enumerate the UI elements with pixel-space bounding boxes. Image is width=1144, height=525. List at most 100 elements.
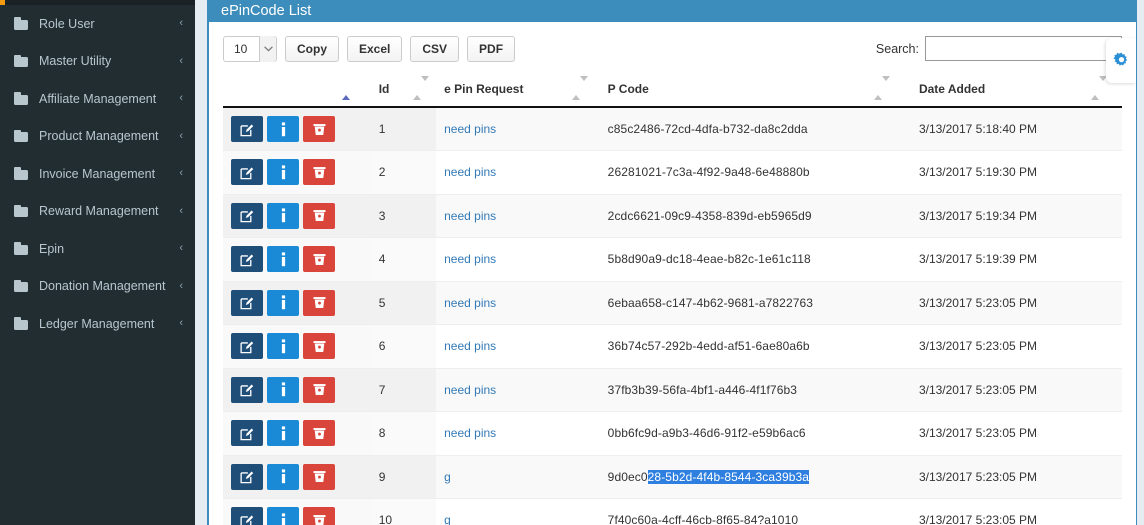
- cell-epin-request: need pins: [436, 368, 600, 412]
- gear-icon[interactable]: [1112, 52, 1130, 69]
- page-length-value: 10: [234, 42, 248, 56]
- copy-button[interactable]: Copy: [285, 36, 339, 62]
- row-actions-cell: [223, 368, 371, 412]
- edit-button[interactable]: [231, 333, 263, 360]
- csv-button[interactable]: CSV: [410, 36, 460, 62]
- edit-pencil-icon: [239, 382, 255, 397]
- info-button[interactable]: [267, 116, 299, 142]
- row-actions-cell: [223, 498, 371, 525]
- sidebar-item-product-management[interactable]: Product Management ‹: [0, 118, 195, 156]
- delete-button[interactable]: [303, 333, 335, 360]
- info-button[interactable]: [267, 376, 299, 403]
- column-actions[interactable]: [223, 76, 371, 108]
- page-length-select[interactable]: 10: [223, 36, 277, 62]
- epin-request-link[interactable]: g: [444, 513, 451, 525]
- epin-request-link[interactable]: need pins: [444, 209, 496, 223]
- sidebar-item-donation-management[interactable]: Donation Management ‹: [0, 268, 195, 306]
- info-button[interactable]: [267, 507, 299, 525]
- edit-button[interactable]: [231, 420, 263, 447]
- delete-button[interactable]: [303, 420, 335, 447]
- pcode-text[interactable]: 37fb3b39-56fa-4bf1-a446-4f1f76b3: [608, 383, 797, 397]
- epin-request-link[interactable]: need pins: [444, 426, 496, 440]
- pcode-text[interactable]: 6ebaa658-c147-4b62-9681-a7822763: [608, 296, 813, 310]
- pcode-text[interactable]: 0bb6fc9d-a9b3-46d6-91f2-e59b6ac6: [608, 426, 806, 440]
- pcode-text[interactable]: c85c2486-72cd-4dfa-b732-da8c2dda: [608, 122, 808, 136]
- row-actions-cell: [223, 150, 371, 195]
- row-action-group: [231, 116, 363, 142]
- sidebar-item-invoice-management[interactable]: Invoice Management ‹: [0, 155, 195, 193]
- edit-pencil-icon: [239, 295, 255, 310]
- delete-button[interactable]: [303, 202, 335, 229]
- column-date-added[interactable]: Date Added: [910, 76, 1122, 108]
- pcode-text[interactable]: 2cdc6621-09c9-4358-839d-eb5965d9: [608, 209, 812, 223]
- delete-button[interactable]: [303, 463, 335, 490]
- edit-button[interactable]: [231, 463, 263, 490]
- cell-date-added: 3/13/2017 5:23:05 PM: [910, 324, 1122, 369]
- edit-button[interactable]: [231, 159, 263, 186]
- pcode-text[interactable]: 9d0ec028-5b2d-4f4b-8544-3ca39b3a: [607, 469, 810, 484]
- row-actions-cell: [223, 411, 371, 456]
- epin-request-link[interactable]: need pins: [444, 165, 496, 179]
- info-button[interactable]: [267, 463, 299, 490]
- epin-request-link[interactable]: need pins: [444, 122, 496, 136]
- edit-button[interactable]: [231, 116, 263, 142]
- cell-id: 1: [370, 107, 437, 151]
- search-area: Search:: [876, 36, 1122, 61]
- info-button[interactable]: [267, 202, 299, 229]
- pcode-text[interactable]: 26281021-7c3a-4f92-9a48-6e48880b: [608, 165, 810, 179]
- info-button[interactable]: [267, 246, 299, 273]
- epin-request-link[interactable]: need pins: [444, 339, 496, 353]
- pcode-text[interactable]: 36b74c57-292b-4edd-af51-6ae80a6b: [608, 339, 810, 353]
- info-button[interactable]: [267, 289, 299, 316]
- sidebar-item-master-utility[interactable]: Master Utility ‹: [0, 43, 195, 81]
- excel-button[interactable]: Excel: [347, 36, 403, 62]
- epin-request-link[interactable]: need pins: [444, 383, 496, 397]
- pcode-text[interactable]: 5b8d90a9-dc18-4eae-b82c-1e61c118: [608, 252, 811, 266]
- cell-date-added: 3/13/2017 5:23:05 PM: [910, 498, 1122, 525]
- delete-button[interactable]: [303, 246, 335, 273]
- settings-gear-tab[interactable]: [1106, 38, 1136, 83]
- sidebar-item-label: Invoice Management: [39, 166, 156, 181]
- epin-request-link[interactable]: g: [444, 470, 451, 484]
- pdf-button[interactable]: PDF: [467, 36, 516, 62]
- table-row: 4 need pins 5b8d90a9-dc18-4eae-b82c-1e61c1…: [223, 237, 1122, 282]
- epin-request-link[interactable]: need pins: [444, 252, 496, 266]
- pcode-unselected-part: 9d0ec0: [607, 469, 648, 484]
- edit-button[interactable]: [231, 246, 263, 273]
- info-icon: [277, 382, 290, 397]
- sort-indicator-id: [412, 76, 429, 100]
- edit-button[interactable]: [231, 507, 263, 525]
- sort-indicator-date-added: [1090, 76, 1107, 100]
- row-action-group: [231, 202, 363, 229]
- delete-button[interactable]: [303, 159, 335, 186]
- delete-button[interactable]: [303, 116, 335, 142]
- epin-request-link[interactable]: need pins: [444, 296, 496, 310]
- info-button[interactable]: [267, 159, 299, 186]
- info-button[interactable]: [267, 420, 299, 447]
- delete-button[interactable]: [303, 289, 335, 316]
- sidebar-item-ledger-management[interactable]: Ledger Management ‹: [0, 305, 195, 343]
- sidebar-item-reward-management[interactable]: Reward Management ‹: [0, 193, 195, 231]
- info-button[interactable]: [267, 333, 299, 360]
- edit-button[interactable]: [231, 289, 263, 316]
- sidebar-item-role-user[interactable]: Role User ‹: [0, 5, 195, 43]
- cell-pcode: 37fb3b39-56fa-4bf1-a446-4f1f76b3: [599, 368, 911, 412]
- table-head: Id e Pin Request P Code Date Added: [223, 76, 1122, 108]
- chevron-down-icon[interactable]: [259, 36, 276, 62]
- edit-button[interactable]: [231, 202, 263, 229]
- search-input[interactable]: [925, 36, 1122, 61]
- edit-pencil-icon: [239, 426, 255, 441]
- column-epin-request[interactable]: e Pin Request: [436, 76, 600, 108]
- sidebar-item-affiliate-management[interactable]: Affiliate Management ‹: [0, 80, 195, 118]
- sidebar-item-epin[interactable]: Epin ‹: [0, 230, 195, 268]
- edit-pencil-icon: [239, 122, 255, 137]
- column-id[interactable]: Id: [370, 76, 437, 108]
- edit-button[interactable]: [231, 376, 263, 403]
- delete-button[interactable]: [303, 507, 335, 525]
- column-pcode[interactable]: P Code: [599, 76, 911, 108]
- delete-button[interactable]: [303, 376, 335, 403]
- table-row: 6 need pins 36b74c57-292b-4edd-af51-6ae80a…: [223, 324, 1122, 369]
- pcode-text[interactable]: 7f40c60a-4cff-46cb-8f65-84?a1010: [608, 513, 798, 525]
- trash-icon: [312, 252, 327, 267]
- table-row: 9 g 9d0ec028-5b2d-4f4b-8544-3ca39b3a 3/13/2…: [223, 455, 1122, 499]
